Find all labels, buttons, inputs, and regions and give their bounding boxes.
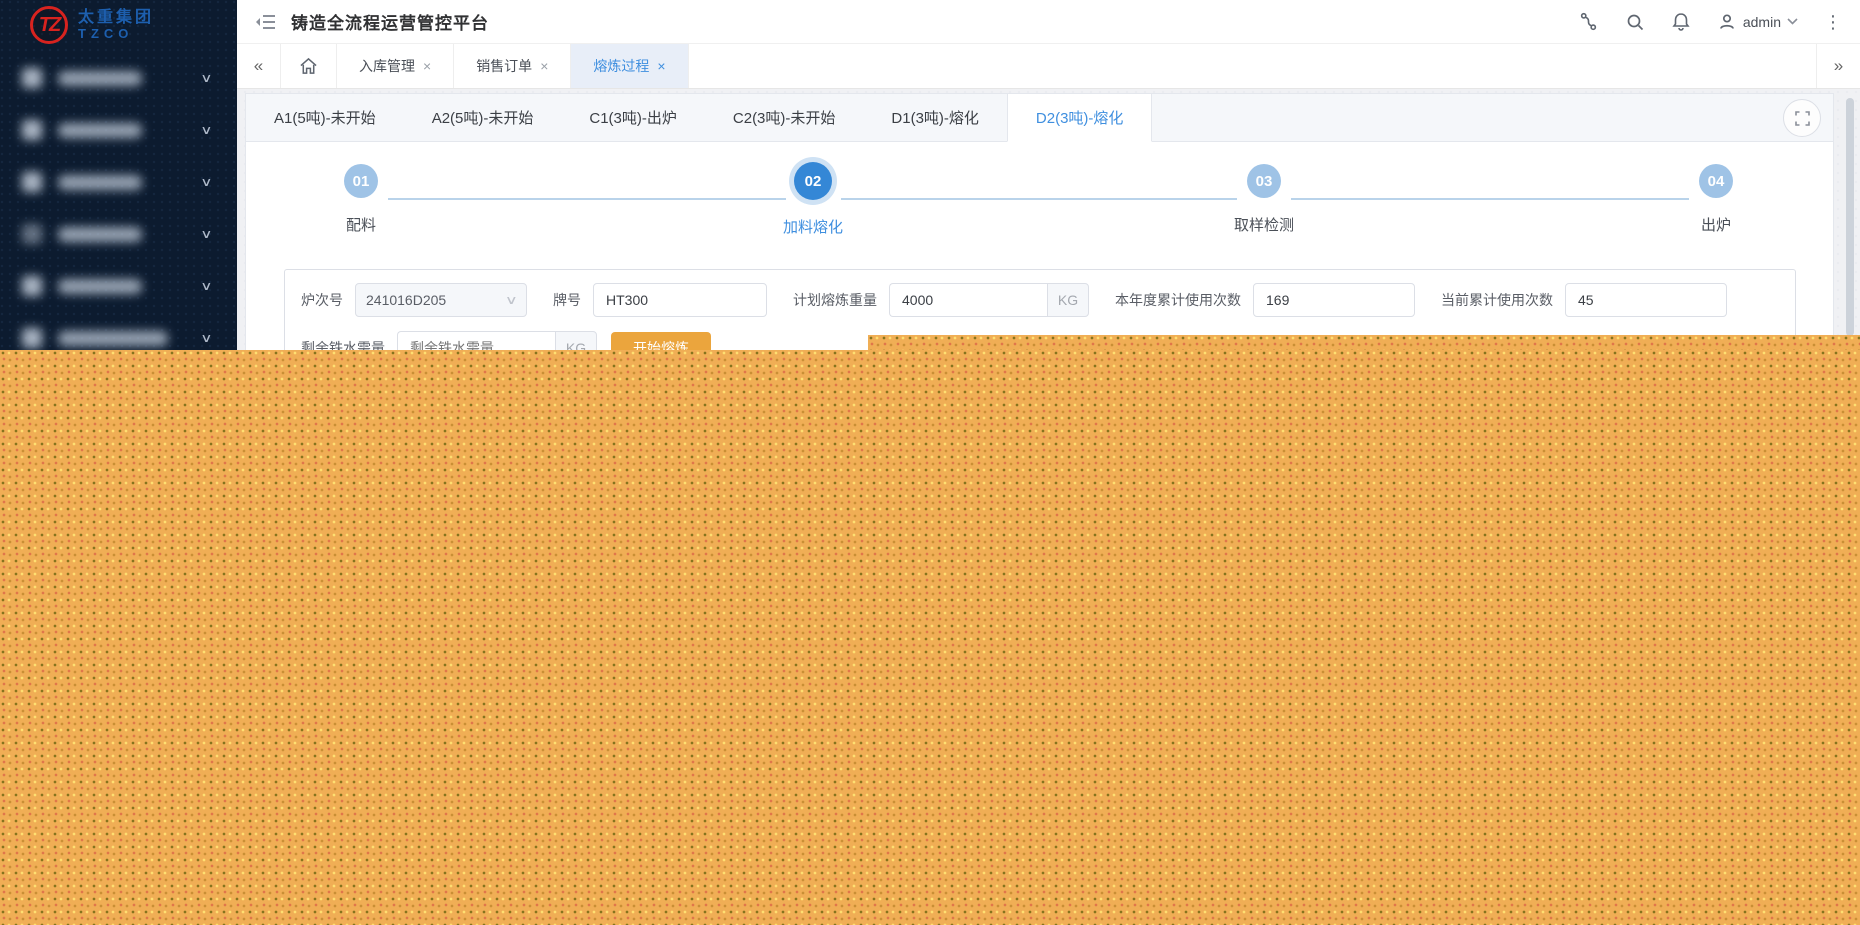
tab-label: 熔炼过程 — [593, 58, 650, 74]
tab-melting-process[interactable]: 熔炼过程 × — [571, 44, 689, 88]
vertical-scrollbar[interactable] — [1846, 98, 1854, 336]
logo-company-name: 太重集团 — [78, 8, 155, 26]
step-label: 配料 — [345, 217, 376, 234]
tab-inbound-management[interactable]: 入库管理 × — [337, 44, 455, 88]
tab-label: 入库管理 — [359, 58, 415, 74]
chevron-down-icon: ∨ — [200, 175, 213, 189]
app-logo[interactable]: TZ 太重集团 TZCO — [0, 0, 237, 50]
furnace-tabs: A1(5吨)-未开始 A2(5吨)-未开始 C1(3吨)-出炉 C2(3吨)-未… — [246, 94, 1833, 142]
menu-label-redacted — [58, 226, 142, 242]
grade-input[interactable] — [593, 283, 767, 317]
menu-icon — [22, 172, 42, 192]
step-sampling-test: 03 取样检测 — [1184, 142, 1344, 235]
step-number: 04 — [1699, 164, 1733, 198]
page-title: 铸造全流程运营管控平台 — [291, 14, 489, 33]
chevron-down-icon: ∨ — [200, 123, 213, 137]
chevron-down-icon: ∨ — [200, 279, 213, 293]
sidebar-collapse-icon[interactable] — [253, 9, 279, 35]
redaction-overlay — [0, 350, 1860, 925]
menu-icon — [22, 328, 42, 348]
current-usage-count-input[interactable] — [1565, 283, 1727, 317]
furnace-tab-a2[interactable]: A2(5吨)-未开始 — [404, 94, 562, 141]
step-number: 02 — [794, 162, 832, 200]
tabs-scroll-right-icon[interactable]: » — [1816, 44, 1860, 88]
chevron-down-icon: ∨ — [505, 293, 519, 307]
close-icon[interactable]: × — [540, 58, 548, 74]
menu-icon — [22, 120, 42, 140]
furnace-tab-d1[interactable]: D1(3吨)-熔化 — [863, 94, 1007, 141]
user-name: admin — [1742, 13, 1781, 30]
heat-number-value: 241016D205 — [366, 292, 447, 308]
fullscreen-icon[interactable] — [1783, 99, 1821, 137]
menu-label-redacted — [58, 70, 142, 86]
menu-icon — [22, 68, 42, 88]
sidebar-item-redacted-3[interactable]: ∨ — [0, 156, 237, 208]
tab-label: 销售订单 — [476, 58, 533, 74]
close-icon[interactable]: × — [657, 58, 665, 74]
furnace-tab-a1[interactable]: A1(5吨)-未开始 — [246, 94, 404, 141]
user-icon — [1717, 12, 1737, 32]
menu-label-redacted — [58, 122, 142, 138]
menu-label-redacted — [58, 278, 142, 294]
step-connector — [388, 198, 786, 200]
top-header: 铸造全流程运营管控平台 admin ⋮ — [237, 0, 1860, 44]
kg-unit: KG — [1047, 283, 1089, 317]
more-icon[interactable]: ⋮ — [1824, 13, 1842, 31]
furnace-tab-c2[interactable]: C2(3吨)-未开始 — [705, 94, 864, 141]
heat-number-select[interactable]: 241016D205 ∨ — [355, 283, 527, 317]
home-icon[interactable] — [281, 44, 337, 88]
guide-icon[interactable] — [1579, 12, 1599, 32]
form-row-1: 炉次号 241016D205 ∨ 牌号 计划熔炼重量 KG 本年度累计使用次数 … — [301, 283, 1779, 317]
bell-icon[interactable] — [1671, 12, 1691, 32]
yearly-usage-count-input[interactable] — [1253, 283, 1415, 317]
planned-melt-weight-group: KG — [889, 283, 1089, 317]
menu-icon — [22, 224, 42, 244]
logo-company-abbr: TZCO — [78, 25, 134, 41]
grade-label: 牌号 — [553, 292, 581, 308]
menu-icon — [22, 276, 42, 296]
close-icon[interactable]: × — [423, 58, 431, 74]
chevron-down-icon: ∨ — [200, 227, 213, 241]
step-label: 取样检测 — [1233, 217, 1294, 234]
planned-melt-weight-input[interactable] — [889, 283, 1047, 317]
yearly-usage-count-label: 本年度累计使用次数 — [1115, 292, 1241, 308]
search-icon[interactable] — [1625, 12, 1645, 32]
furnace-tab-d2[interactable]: D2(3吨)-熔化 — [1006, 94, 1153, 142]
menu-label-redacted — [58, 174, 142, 190]
step-label: 出炉 — [1700, 217, 1731, 234]
furnace-tab-c1[interactable]: C1(3吨)-出炉 — [561, 94, 705, 141]
sidebar-item-redacted-5[interactable]: ∨ — [0, 260, 237, 312]
chevron-down-icon — [1787, 18, 1798, 25]
step-number: 01 — [344, 164, 378, 198]
step-connector — [841, 198, 1237, 200]
step-tapping: 04 出炉 — [1636, 142, 1796, 235]
step-charging-melting: 02 加料熔化 — [733, 142, 893, 237]
chevron-down-icon: ∨ — [200, 331, 213, 345]
menu-label-redacted — [58, 330, 168, 346]
user-menu[interactable]: admin — [1717, 12, 1798, 32]
current-usage-count-label: 当前累计使用次数 — [1441, 292, 1553, 308]
tabs-scroll-left-icon[interactable]: « — [237, 44, 281, 88]
step-label: 加料熔化 — [782, 219, 843, 236]
chevron-down-icon: ∨ — [200, 71, 213, 85]
sidebar-item-redacted-4[interactable]: ∨ — [0, 208, 237, 260]
planned-melt-weight-label: 计划熔炼重量 — [793, 292, 877, 308]
route-tabbar: « 入库管理 × 销售订单 × 熔炼过程 × » — [237, 44, 1860, 89]
heat-number-label: 炉次号 — [301, 292, 343, 308]
step-batching: 01 配料 — [281, 142, 441, 235]
sidebar-item-redacted-2[interactable]: ∨ — [0, 104, 237, 156]
step-number: 03 — [1247, 164, 1281, 198]
sidebar-item-redacted-1[interactable]: ∨ — [0, 52, 237, 104]
step-connector — [1291, 198, 1689, 200]
logo-tz-icon: TZ — [30, 6, 68, 44]
sidebar-menu: ∨ ∨ ∨ ∨ ∨ ∨ — [0, 50, 237, 364]
redaction-overlay — [868, 335, 1860, 351]
tab-sales-orders[interactable]: 销售订单 × — [454, 44, 572, 88]
